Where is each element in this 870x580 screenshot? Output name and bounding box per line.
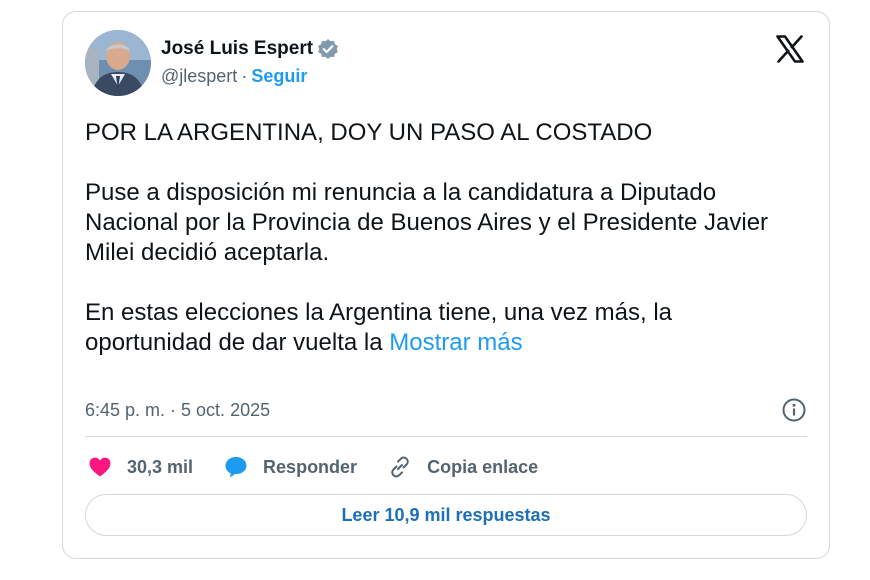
reply-bubble-icon [225, 457, 247, 478]
post-paragraph-text: En estas elecciones la Argentina tiene, … [85, 299, 673, 356]
post-timestamp[interactable]: 6:45 p. m. · 5 oct. 2025 [85, 400, 270, 421]
read-replies-button[interactable]: Leer 10,9 mil respuestas [85, 494, 807, 536]
read-replies-label: Leer 10,9 mil respuestas [341, 504, 551, 525]
post-card: José Luis Espert @jlespert · Seguir POR … [62, 11, 830, 559]
post-header: José Luis Espert @jlespert · Seguir [85, 30, 809, 98]
show-more-link[interactable]: Mostrar más [389, 329, 522, 356]
link-icon [391, 456, 409, 478]
like-button[interactable]: 30,3 mil [87, 454, 193, 480]
separator-dot: · [241, 66, 248, 86]
post-paragraph-truncated: En estas elecciones la Argentina tiene, … [85, 298, 805, 358]
copy-link-button[interactable]: Copia enlace [387, 454, 538, 480]
post-paragraph: Puse a disposición mi renuncia a la cand… [85, 179, 769, 266]
author-name[interactable]: José Luis Espert [161, 38, 313, 60]
author-handle[interactable]: @jlespert [161, 66, 237, 87]
follow-button[interactable]: Seguir [251, 66, 307, 87]
reply-button[interactable]: Responder [223, 454, 357, 480]
meta-row: 6:45 p. m. · 5 oct. 2025 [85, 396, 807, 424]
divider [85, 436, 807, 437]
handle-row: @jlespert · Seguir [161, 66, 339, 87]
reply-label: Responder [263, 456, 358, 477]
post-body: POR LA ARGENTINA, DOY UN PASO AL COSTADO… [85, 118, 805, 358]
x-logo-icon[interactable] [775, 34, 805, 64]
like-count: 30,3 mil [127, 456, 194, 477]
avatar[interactable] [85, 30, 151, 96]
info-icon[interactable] [781, 397, 807, 423]
copy-link-label: Copia enlace [427, 456, 539, 477]
name-row: José Luis Espert [161, 34, 339, 64]
action-bar: 30,3 mil Responder Copia enlace [87, 452, 568, 482]
author-block: José Luis Espert @jlespert · Seguir [161, 34, 339, 87]
post-headline: POR LA ARGENTINA, DOY UN PASO AL COSTADO [85, 119, 653, 146]
verified-badge-icon[interactable] [317, 38, 339, 60]
heart-icon [89, 457, 111, 477]
